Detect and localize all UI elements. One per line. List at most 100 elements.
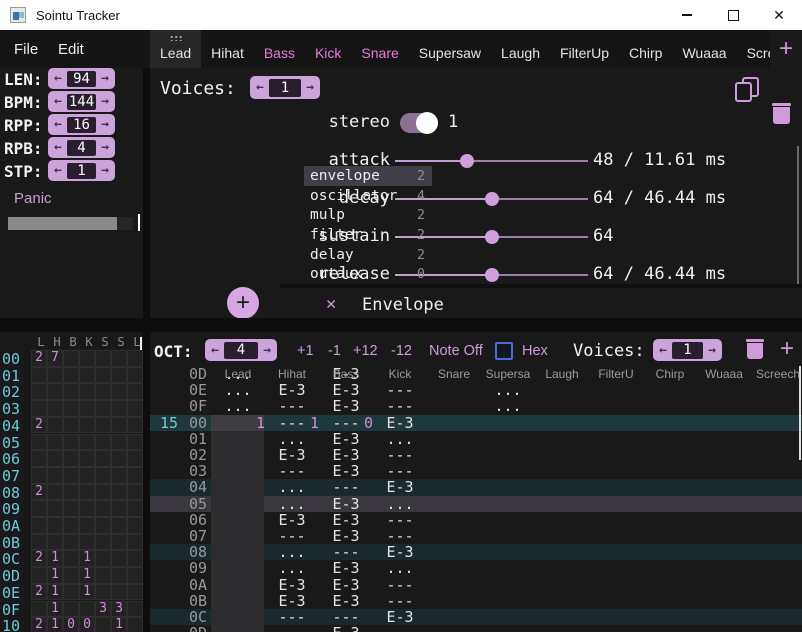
note-cell[interactable]: E-3 [265, 577, 319, 593]
close-button[interactable]: ✕ [756, 0, 802, 30]
order-cell[interactable] [31, 500, 47, 517]
order-cell[interactable] [63, 567, 79, 584]
note-cell[interactable]: ... [265, 431, 319, 447]
order-cell[interactable] [127, 484, 143, 501]
tab-screech[interactable]: Screech [737, 30, 770, 68]
note-cell[interactable]: ... [373, 431, 427, 447]
order-cell[interactable] [111, 367, 127, 384]
note-cell[interactable]: E-3 [319, 528, 373, 544]
order-cell[interactable] [95, 517, 111, 534]
order-cell[interactable] [31, 367, 47, 384]
unit-row-oscillator[interactable]: oscillator4 [304, 186, 432, 206]
transpose-up-1-button[interactable]: +1 [297, 343, 314, 359]
order-cell[interactable] [47, 534, 63, 551]
order-cell[interactable] [95, 367, 111, 384]
order-cell[interactable] [111, 550, 127, 567]
order-cell[interactable] [95, 617, 111, 632]
order-cell[interactable] [79, 367, 95, 384]
note-cell[interactable]: E-3 [373, 479, 427, 495]
note-cell[interactable]: --- [265, 463, 319, 479]
order-cell[interactable] [111, 534, 127, 551]
order-cell[interactable] [111, 434, 127, 451]
order-cell[interactable] [95, 467, 111, 484]
note-cell[interactable]: ... [373, 560, 427, 576]
order-cell[interactable] [47, 500, 63, 517]
note-cell[interactable]: --- [319, 479, 373, 495]
tab-supersaw[interactable]: Supersaw [409, 30, 491, 68]
order-cell[interactable]: 3 [111, 601, 127, 618]
note-cell[interactable]: --- [319, 609, 373, 625]
tab-kick[interactable]: Kick [305, 30, 351, 68]
order-cell[interactable] [95, 534, 111, 551]
add-instrument-button[interactable]: + [770, 30, 802, 68]
unit-row-envelope[interactable]: envelope2 [304, 166, 432, 186]
order-cell[interactable] [63, 367, 79, 384]
order-cell[interactable] [31, 567, 47, 584]
slider-knob[interactable] [485, 192, 499, 206]
order-cell[interactable] [31, 450, 47, 467]
order-cell[interactable]: 1 [47, 584, 63, 601]
order-cell[interactable] [95, 434, 111, 451]
note-cell[interactable]: --- [265, 528, 319, 544]
lead-track-empty-block[interactable] [211, 415, 264, 632]
note-cell[interactable]: E-3 [319, 512, 373, 528]
order-cell[interactable] [31, 601, 47, 618]
add-track-button[interactable]: + [780, 335, 794, 363]
note-cell[interactable]: --- [373, 463, 427, 479]
note-cell[interactable]: E-3 [265, 447, 319, 463]
order-cell[interactable] [111, 584, 127, 601]
tab-snare[interactable]: Snare [351, 30, 408, 68]
order-cell[interactable] [127, 467, 143, 484]
order-cell[interactable] [95, 350, 111, 367]
note-cell[interactable]: E-3 [373, 415, 427, 431]
note-cell[interactable]: --- [373, 447, 427, 463]
note-cell[interactable]: E-3 [373, 544, 427, 560]
order-cell[interactable]: 2 [31, 550, 47, 567]
order-cell[interactable] [95, 500, 111, 517]
order-cell[interactable] [127, 550, 143, 567]
order-cell[interactable] [47, 517, 63, 534]
increment-arrow[interactable]: → [96, 72, 114, 85]
note-cell[interactable]: ... [373, 625, 427, 632]
note-cell[interactable]: E-3 [319, 496, 373, 512]
note-cell[interactable]: E-3 [319, 431, 373, 447]
note-cell[interactable]: --- [373, 512, 427, 528]
note-cell[interactable]: E-3 [373, 609, 427, 625]
params-scrollbar[interactable] [797, 146, 799, 284]
increment-arrow[interactable]: → [96, 164, 114, 177]
octave-decrement-arrow[interactable]: ← [206, 344, 224, 357]
order-cell[interactable] [111, 417, 127, 434]
note-cell[interactable]: ... [481, 382, 535, 398]
transpose-up-12-button[interactable]: +12 [353, 343, 378, 359]
order-cell[interactable] [79, 417, 95, 434]
order-cell[interactable] [127, 400, 143, 417]
order-cell[interactable] [111, 383, 127, 400]
decrement-arrow[interactable]: ← [49, 95, 67, 108]
increment-arrow[interactable]: → [96, 141, 114, 154]
slider-knob[interactable] [485, 268, 499, 282]
note-cell[interactable]: ... [373, 496, 427, 512]
order-cell[interactable]: 2 [31, 350, 47, 367]
hex-checkbox[interactable] [495, 342, 513, 360]
note-cell[interactable]: ... [265, 625, 319, 632]
order-cell[interactable] [111, 484, 127, 501]
note-cell[interactable]: E-3 [319, 625, 373, 632]
order-cell[interactable] [63, 450, 79, 467]
menu-edit[interactable]: Edit [58, 41, 84, 58]
order-cell[interactable] [111, 567, 127, 584]
order-cell[interactable]: 1 [47, 617, 63, 632]
tab-filterup[interactable]: FilterUp [550, 30, 619, 68]
tab-chirp[interactable]: Chirp [619, 30, 672, 68]
note-cell[interactable]: E-3 [319, 382, 373, 398]
order-cell[interactable] [63, 484, 79, 501]
note-cell[interactable]: E-3 [319, 577, 373, 593]
minimize-button[interactable] [664, 0, 710, 30]
voices-decrement-arrow[interactable]: ← [251, 81, 269, 94]
note-cell[interactable]: E-3 [265, 593, 319, 609]
note-cell[interactable]: E-3 [319, 560, 373, 576]
order-cell[interactable] [127, 367, 143, 384]
order-cell[interactable] [127, 534, 143, 551]
tab-laugh[interactable]: Laugh [491, 30, 550, 68]
note-cell[interactable]: --- [319, 415, 373, 431]
order-cell[interactable] [127, 500, 143, 517]
